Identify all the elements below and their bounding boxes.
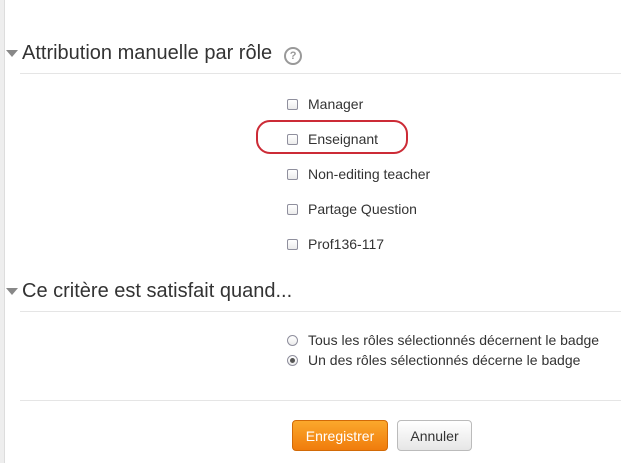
collapse-caret-icon[interactable] bbox=[6, 50, 18, 57]
criteria-radio[interactable] bbox=[287, 354, 298, 366]
criteria-option-all[interactable]: Tous les rôles sélectionnés décernent le… bbox=[287, 332, 599, 348]
role-checkbox[interactable] bbox=[287, 238, 298, 250]
role-checkbox[interactable] bbox=[287, 168, 298, 180]
section-divider bbox=[20, 73, 621, 74]
left-rail bbox=[0, 0, 5, 463]
save-button[interactable]: Enregistrer bbox=[292, 420, 388, 451]
role-label: Prof136-117 bbox=[308, 236, 385, 252]
form-actions-divider bbox=[20, 400, 621, 401]
criteria-radio[interactable] bbox=[287, 334, 298, 346]
cancel-button[interactable]: Annuler bbox=[397, 420, 472, 451]
role-option-partage-question[interactable]: Partage Question bbox=[287, 201, 417, 217]
criteria-option-any[interactable]: Un des rôles sélectionnés décerne le bad… bbox=[287, 352, 580, 368]
criteria-option-label: Un des rôles sélectionnés décerne le bad… bbox=[308, 352, 581, 368]
help-icon[interactable]: ? bbox=[284, 46, 303, 65]
role-label: Partage Question bbox=[308, 201, 417, 217]
role-label: Manager bbox=[308, 96, 364, 112]
role-label: Non-editing teacher bbox=[308, 166, 431, 182]
role-option-prof136-117[interactable]: Prof136-117 bbox=[287, 236, 384, 252]
role-checkbox[interactable] bbox=[287, 203, 298, 215]
highlight-annotation-ring bbox=[256, 120, 408, 154]
role-option-non-editing-teacher[interactable]: Non-editing teacher bbox=[287, 166, 430, 182]
criteria-option-label: Tous les rôles sélectionnés décernent le… bbox=[308, 332, 600, 348]
roles-section-title: Attribution manuelle par rôle bbox=[22, 42, 273, 64]
role-option-manager[interactable]: Manager bbox=[287, 96, 363, 112]
criteria-section-legend[interactable]: Ce critère est satisfait quand... bbox=[6, 280, 292, 303]
role-checkbox[interactable] bbox=[287, 98, 298, 110]
criteria-section-title: Ce critère est satisfait quand... bbox=[22, 280, 293, 302]
collapse-caret-icon[interactable] bbox=[6, 288, 18, 295]
section-divider bbox=[20, 311, 621, 312]
roles-section-legend[interactable]: Attribution manuelle par rôle ? bbox=[6, 42, 303, 65]
